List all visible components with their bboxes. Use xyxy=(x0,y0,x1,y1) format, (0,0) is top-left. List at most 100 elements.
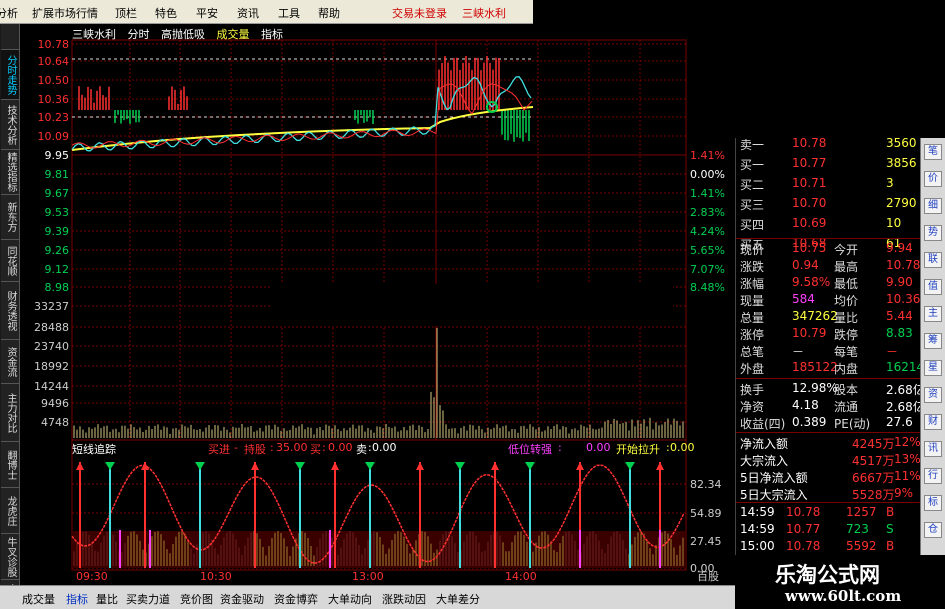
stat-row: 现量 584 均价 10.36 xyxy=(736,291,921,308)
stat-row: 涨停 10.79 跌停 8.83 xyxy=(736,325,921,342)
side-button[interactable]: 行 xyxy=(924,468,942,484)
stat2-value-2: 27.6 xyxy=(886,415,913,429)
side-button[interactable]: 笔 xyxy=(924,144,942,160)
flow-value: 6667万 xyxy=(852,471,895,485)
stat-label-2: 内盘 xyxy=(834,362,859,376)
stat-label-2: 跌停 xyxy=(834,328,859,342)
bottom-tab-indicator[interactable]: 指标 xyxy=(66,591,88,607)
orderbook-volume: 3560 xyxy=(886,136,917,150)
stat-value: 0.94 xyxy=(792,258,819,272)
stat2-value-2: 2.68亿 xyxy=(886,400,925,414)
indicator-hold-value: 35.00 xyxy=(276,441,308,454)
side-button[interactable]: 财 xyxy=(924,414,942,430)
indicator-tick: 54.89 xyxy=(690,507,722,520)
price-tick: 10.78 xyxy=(38,38,70,51)
orderbook-row: 卖一 10.78 3560 xyxy=(736,135,921,152)
price-line xyxy=(71,76,532,152)
chart-mode-indicator[interactable]: 指标 xyxy=(261,28,283,41)
bottom-tab-auction[interactable]: 竞价图 xyxy=(180,591,213,607)
side-button[interactable]: 细 xyxy=(924,198,942,214)
flow-row: 净流入额 4245万 12% xyxy=(736,434,921,451)
side-button[interactable]: 主 xyxy=(924,306,942,322)
flow-row: 大宗流入 4517万 13% xyxy=(736,451,921,468)
chart-stock-name: 三峡水利 xyxy=(72,28,116,41)
stat-label-2: 最高 xyxy=(834,260,859,274)
bottom-tab-volume[interactable]: 成交量 xyxy=(22,591,55,607)
time-tick: 10:30 xyxy=(200,570,232,583)
side-button-strip: 笔价细势联值主筹星资财讯行标仓 xyxy=(920,138,945,558)
chart-mode-volume[interactable]: 成交量 xyxy=(217,28,250,41)
tick-time: 14:59 xyxy=(740,505,775,519)
flow-value: 5528万 xyxy=(852,488,895,502)
stat-row: 总量 347262 量比 5.44 xyxy=(736,308,921,325)
flow-row: 5日净流入额 6667万 11% xyxy=(736,468,921,485)
pct-tick: 1.41% xyxy=(690,187,725,200)
orderbook-price: 10.77 xyxy=(792,156,827,170)
stat-label-2: 最低 xyxy=(834,277,859,291)
sell-arrow xyxy=(365,462,375,470)
price-tick: 10.23 xyxy=(38,111,70,124)
panel-separator xyxy=(736,378,921,379)
bottom-tab-buy-sell-power[interactable]: 买卖力道 xyxy=(126,591,170,607)
average-price-line xyxy=(71,106,534,151)
orderbook-label: 买一 xyxy=(740,158,765,172)
indicator-tick: 82.34 xyxy=(690,478,722,491)
tick-row: 14:59 10.78 1257 B xyxy=(736,504,921,521)
time-tick: 09:30 xyxy=(76,570,108,583)
stat-value: 10.79 xyxy=(792,326,827,340)
side-button[interactable]: 价 xyxy=(924,171,942,187)
bottom-tab-volume-ratio[interactable]: 量比 xyxy=(96,591,118,607)
side-button[interactable]: 讯 xyxy=(924,441,942,457)
orderbook-volume: 2790 xyxy=(886,196,917,210)
stat-value: 185122 xyxy=(792,360,838,374)
buy-arrow xyxy=(76,462,84,470)
flow-label: 5日大宗流入 xyxy=(740,488,808,502)
chart-mode-intraday[interactable]: 分时 xyxy=(128,28,150,41)
price-tick: 9.39 xyxy=(45,225,70,238)
pct-tick: 2.83% xyxy=(690,206,725,219)
side-button[interactable]: 联 xyxy=(924,252,942,268)
side-button[interactable]: 星 xyxy=(924,360,942,376)
side-button[interactable]: 势 xyxy=(924,225,942,241)
bottom-tab-capital-drive[interactable]: 资金驱动 xyxy=(220,591,264,607)
bottom-tab-big-order[interactable]: 大单动向 xyxy=(328,591,372,607)
panel-separator xyxy=(736,238,921,239)
tick-side: B xyxy=(886,539,895,553)
bottom-tab-capital-game[interactable]: 资金博弈 xyxy=(274,591,318,607)
side-button[interactable]: 筹 xyxy=(924,333,942,349)
pct-tick: 1.41% xyxy=(690,149,725,162)
panel-separator xyxy=(736,432,921,433)
tick-side: B xyxy=(886,505,895,519)
price-frame xyxy=(71,39,687,441)
orderbook-price: 10.78 xyxy=(792,136,827,150)
side-button[interactable]: 仓 xyxy=(924,522,942,538)
bottom-tab-rise-fall[interactable]: 涨跌动因 xyxy=(382,591,426,607)
stat-value-2: 9.90 xyxy=(886,275,913,289)
stat2-row: 净资 4.18 流通 2.68亿 xyxy=(736,397,925,414)
indicator-name[interactable]: 短线追踪 xyxy=(72,441,116,457)
stat-value: 347262 xyxy=(792,309,838,323)
side-button[interactable]: 值 xyxy=(924,279,942,295)
stat-row: 总笔 － 每笔 － xyxy=(736,342,921,359)
stat-label-2: 量比 xyxy=(834,311,859,325)
orderbook-price: 10.70 xyxy=(792,196,827,210)
time-tick: 14:00 xyxy=(505,570,537,583)
tick-time: 14:59 xyxy=(740,522,775,536)
panel-separator xyxy=(736,502,921,503)
stat-row: 涨幅 9.58% 最低 9.90 xyxy=(736,274,921,291)
stat-value: － xyxy=(792,345,805,359)
tick-volume: 5592 xyxy=(846,539,877,553)
stat-value-2: 10.78 xyxy=(886,258,921,272)
tick-time: 15:00 xyxy=(740,539,775,553)
side-button[interactable]: 资 xyxy=(924,387,942,403)
bottom-tab-big-order-diff[interactable]: 大单差分 xyxy=(436,591,480,607)
chart-mode-highlow[interactable]: 高抛低吸 xyxy=(161,28,205,41)
stat-label: 涨跌 xyxy=(740,260,765,274)
tick-volume: 1257 xyxy=(846,505,877,519)
flow-row: 5日大宗流入 5528万 9% xyxy=(736,485,921,502)
tick-price: 10.78 xyxy=(786,539,821,553)
pct-tick: 4.24% xyxy=(690,225,725,238)
side-button[interactable]: 标 xyxy=(924,495,942,511)
orderbook-row: 买一 10.77 3856 xyxy=(736,155,921,172)
indicator-buy2-label: 买 xyxy=(310,443,321,456)
